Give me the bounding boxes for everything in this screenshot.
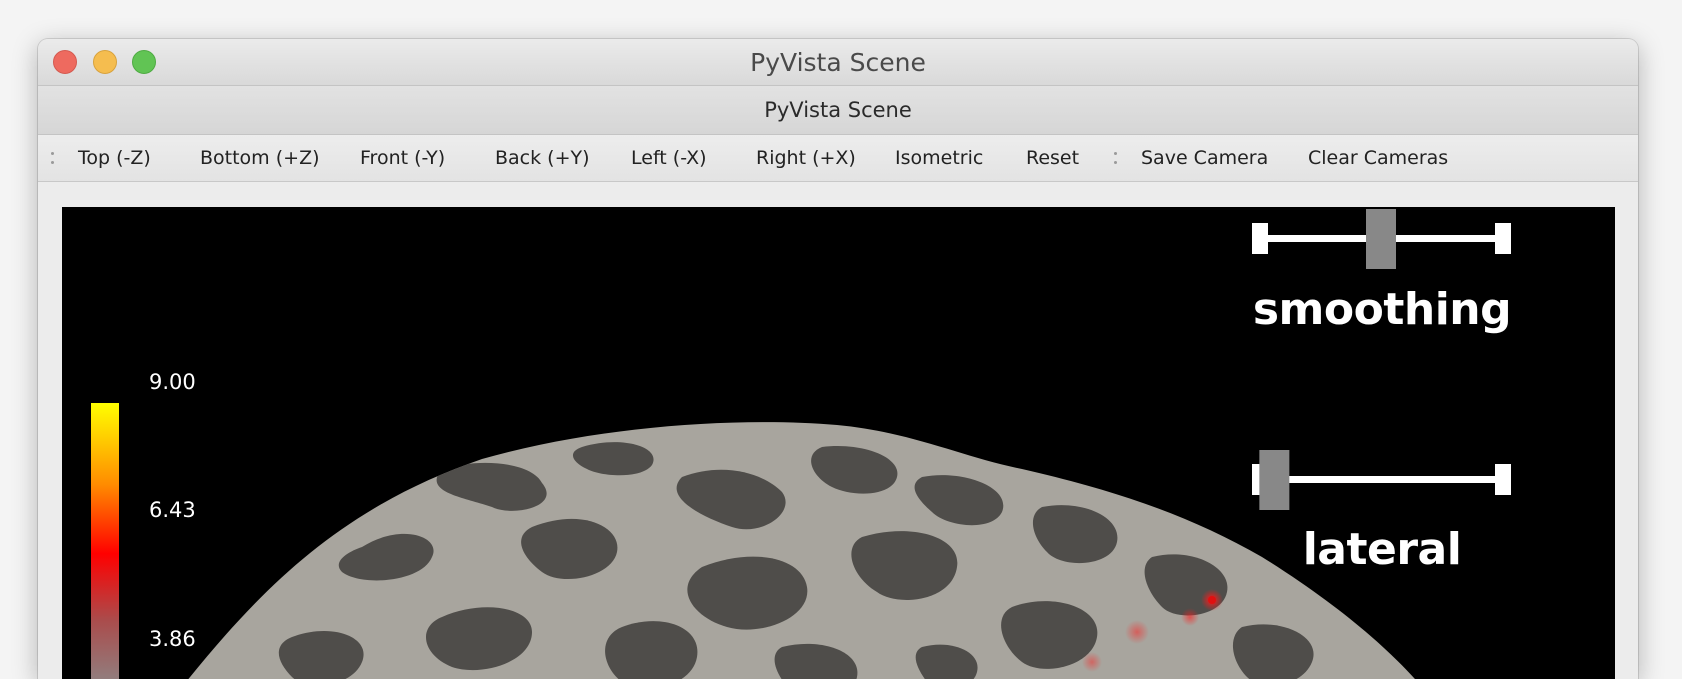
colorbar-tick-low: 3.86 bbox=[149, 627, 196, 651]
bottom-view-button[interactable]: Bottom (+Z) bbox=[200, 147, 320, 169]
lateral-slider[interactable] bbox=[1252, 450, 1511, 510]
front-view-button[interactable]: Front (-Y) bbox=[360, 147, 445, 169]
scene-svg bbox=[91, 209, 1511, 679]
lateral-slider-label: lateral bbox=[1302, 524, 1462, 575]
back-view-button[interactable]: Back (+Y) bbox=[495, 147, 590, 169]
lateral-slider-track[interactable] bbox=[1257, 476, 1505, 483]
clear-cameras-button[interactable]: Clear Cameras bbox=[1308, 147, 1448, 169]
lateral-slider-right-cap bbox=[1495, 464, 1511, 495]
camera-toolbar: Top (-Z) Bottom (+Z) Front (-Y) Back (+Y… bbox=[38, 135, 1638, 182]
smoothing-slider-label: smoothing bbox=[1252, 284, 1512, 335]
colorbar bbox=[91, 403, 119, 679]
toolbar-grip-handle[interactable] bbox=[51, 150, 55, 168]
colorbar-tick-max: 9.00 bbox=[149, 370, 196, 394]
lateral-slider-handle[interactable] bbox=[1259, 450, 1290, 510]
right-view-button[interactable]: Right (+X) bbox=[756, 147, 856, 169]
smoothing-slider-right-cap bbox=[1495, 223, 1511, 254]
smoothing-slider-left-cap bbox=[1252, 223, 1268, 254]
top-view-button[interactable]: Top (-Z) bbox=[78, 147, 151, 169]
left-view-button[interactable]: Left (-X) bbox=[631, 147, 707, 169]
reset-view-button[interactable]: Reset bbox=[1026, 147, 1079, 169]
scene-header: PyVista Scene bbox=[38, 86, 1638, 135]
app-window: PyVista Scene PyVista Scene Top (-Z) Bot… bbox=[38, 39, 1638, 679]
scene-title: PyVista Scene bbox=[764, 98, 912, 122]
smoothing-slider[interactable] bbox=[1252, 209, 1511, 269]
title-bar[interactable]: PyVista Scene bbox=[38, 39, 1638, 86]
isometric-view-button[interactable]: Isometric bbox=[895, 147, 983, 169]
save-camera-button[interactable]: Save Camera bbox=[1141, 147, 1268, 169]
smoothing-slider-handle[interactable] bbox=[1366, 209, 1396, 269]
render-viewport[interactable]: 9.00 6.43 3.86 smoothing lateral bbox=[62, 207, 1615, 679]
window-title: PyVista Scene bbox=[750, 48, 926, 77]
colorbar-tick-mid: 6.43 bbox=[149, 498, 196, 522]
toolbar-grip-handle-2[interactable] bbox=[1114, 150, 1118, 168]
